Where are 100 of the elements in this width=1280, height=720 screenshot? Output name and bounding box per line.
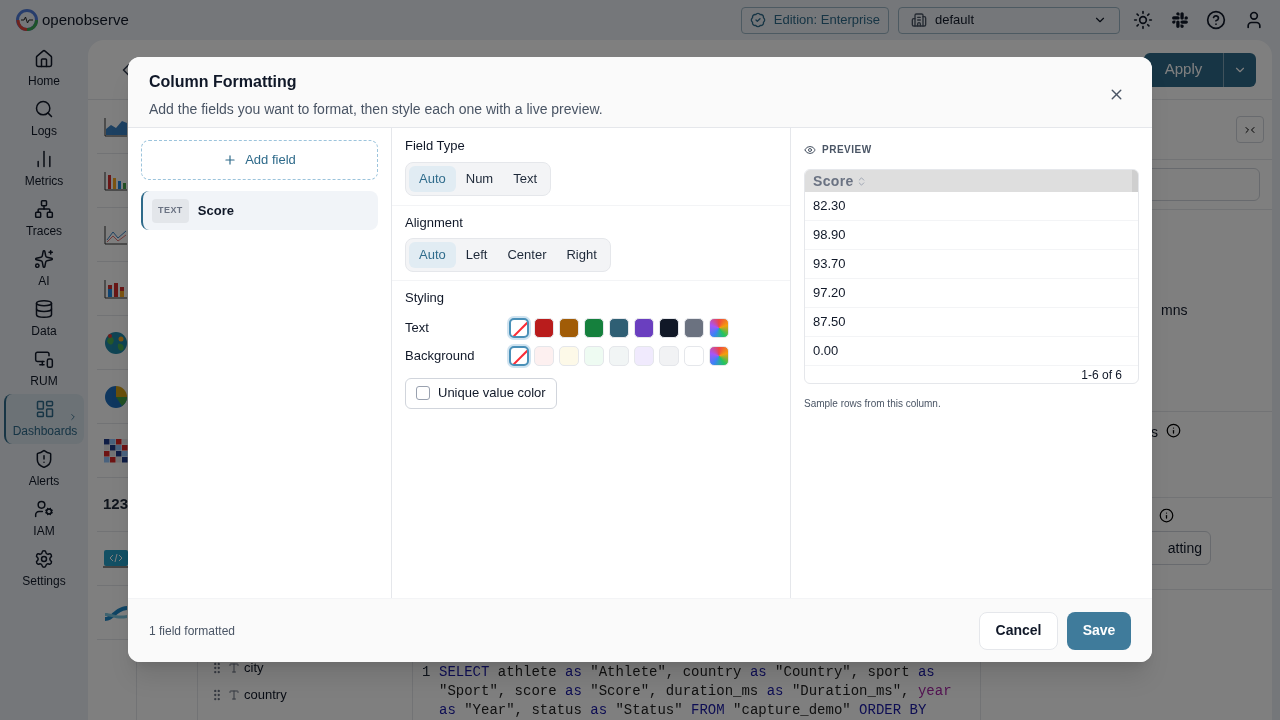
column-header[interactable]: Score xyxy=(813,170,854,192)
bar-chart-icon xyxy=(103,170,128,191)
nav-item[interactable]: Dashboards xyxy=(4,394,84,444)
slack-icon[interactable] xyxy=(1171,11,1189,29)
chevron-icon xyxy=(68,412,78,422)
segment-option[interactable]: Right xyxy=(556,242,607,268)
segment-option[interactable]: Num xyxy=(455,165,504,192)
dialog-title: Column Formatting xyxy=(149,72,298,92)
logo-text: openobserve xyxy=(42,9,129,30)
table-cell-text: 97.20 xyxy=(813,284,846,303)
color-swatch[interactable] xyxy=(584,317,604,338)
ai-icon xyxy=(34,248,54,269)
color-swatch[interactable] xyxy=(609,317,629,338)
checkbox[interactable] xyxy=(416,386,430,400)
home-icon xyxy=(34,48,54,69)
nav-item[interactable]: IAM xyxy=(4,494,84,544)
status-text: 1 field formatted xyxy=(149,622,237,640)
pagination-text: 1-6 of 6 xyxy=(1081,366,1122,383)
segment-option[interactable]: Center xyxy=(497,242,557,268)
field-name: city xyxy=(244,658,264,677)
nav-item[interactable]: Home xyxy=(4,44,84,94)
segment-option[interactable]: Text xyxy=(503,165,548,192)
segment-option[interactable]: Left xyxy=(455,242,498,268)
table-cell-text: 93.70 xyxy=(813,255,846,274)
segment-option[interactable]: Auto xyxy=(409,165,456,192)
plus-icon xyxy=(223,153,238,167)
color-swatch[interactable] xyxy=(634,317,654,338)
color-swatch[interactable] xyxy=(684,317,704,338)
logo-icon xyxy=(16,9,38,31)
nav-item[interactable]: Settings xyxy=(4,544,84,594)
color-swatch[interactable] xyxy=(634,345,654,366)
segment-option[interactable]: Auto xyxy=(409,242,456,268)
color-swatch[interactable] xyxy=(559,317,579,338)
heatmap-icon xyxy=(103,438,128,463)
no-color-swatch[interactable] xyxy=(509,317,529,338)
building-icon xyxy=(911,12,927,28)
preview-caption: Sample rows from this column. xyxy=(804,397,942,411)
color-swatch[interactable] xyxy=(534,345,554,366)
traces-icon xyxy=(34,198,54,219)
save-button[interactable]: Save xyxy=(1067,611,1131,650)
color-swatch[interactable] xyxy=(609,345,629,366)
metric-chart-icon: 123 xyxy=(103,493,128,516)
color-swatch[interactable] xyxy=(559,345,579,366)
search-icon xyxy=(34,98,54,119)
preview-label: PREVIEW xyxy=(822,143,872,157)
user-icon[interactable] xyxy=(1244,10,1264,30)
section-label: Alignment xyxy=(405,213,464,232)
settings-icon xyxy=(34,548,54,569)
metrics-icon xyxy=(34,148,54,169)
section-label: s xyxy=(1151,423,1158,442)
table-cell-text: 0.00 xyxy=(813,342,839,361)
help-icon[interactable] xyxy=(1206,10,1226,30)
color-swatch[interactable] xyxy=(584,345,604,366)
type-badge: TEXT xyxy=(152,198,189,223)
field-name: country xyxy=(244,685,287,704)
organization-select[interactable]: default xyxy=(898,6,1120,34)
collapse-button[interactable] xyxy=(1236,116,1264,143)
nav-item[interactable]: Data xyxy=(4,294,84,344)
badge-check-icon xyxy=(749,12,766,28)
code-line: "Sport", score as "Score", duration_ms as "Duration_ms", year xyxy=(439,682,952,701)
code-line: as "Year", status as "Status" FROM "capture_demo" ORDER BY xyxy=(439,701,928,720)
row-label: Text xyxy=(405,318,430,337)
eye-icon xyxy=(804,143,816,156)
color-swatch[interactable] xyxy=(659,345,679,366)
nav-item[interactable]: Traces xyxy=(4,194,84,244)
color-swatch[interactable] xyxy=(659,317,679,338)
add-field-button[interactable]: Add field xyxy=(141,140,378,180)
section-label: Styling xyxy=(405,289,446,307)
area-chart-icon xyxy=(103,116,128,137)
color-picker-swatch[interactable] xyxy=(709,345,729,366)
cancel-button[interactable]: Cancel xyxy=(979,611,1058,650)
nav-item[interactable]: Logs xyxy=(4,94,84,144)
no-color-swatch[interactable] xyxy=(509,345,529,366)
code-line: SELECT athlete as "Athlete", country as "Country", sport as xyxy=(439,663,936,682)
section-label: mns xyxy=(1161,301,1188,320)
nav-item[interactable]: Alerts xyxy=(4,444,84,494)
theme-icon[interactable] xyxy=(1133,10,1153,30)
text-type-icon xyxy=(228,661,240,674)
nav-item[interactable]: AI xyxy=(4,244,84,294)
field-item[interactable]: TEXT Score xyxy=(141,191,378,230)
nav-item[interactable]: RUM xyxy=(4,344,84,394)
info-icon[interactable] xyxy=(1159,508,1174,523)
stacked-bar-chart-icon xyxy=(103,278,128,299)
row-label: Background xyxy=(405,346,476,365)
nav-item[interactable]: Metrics xyxy=(4,144,84,194)
globe-icon xyxy=(103,330,128,355)
table-cell-text: 98.90 xyxy=(813,226,846,245)
edition-button[interactable]: Edition: Enterprise xyxy=(740,6,889,34)
unique-value-color-toggle[interactable]: Unique value color xyxy=(405,377,557,409)
dialog-subtitle: Add the fields you want to format, then style each one with a live preview. xyxy=(149,100,604,119)
color-swatch[interactable] xyxy=(684,345,704,366)
field-name: Score xyxy=(197,201,234,220)
line-chart-icon xyxy=(103,224,128,245)
info-icon[interactable] xyxy=(1166,423,1181,438)
line-number: 1 xyxy=(421,663,432,682)
table-cell-text: 87.50 xyxy=(813,313,846,332)
text-type-icon xyxy=(228,688,240,701)
color-picker-swatch[interactable] xyxy=(709,317,729,338)
alerts-icon xyxy=(34,448,54,469)
color-swatch[interactable] xyxy=(534,317,554,338)
